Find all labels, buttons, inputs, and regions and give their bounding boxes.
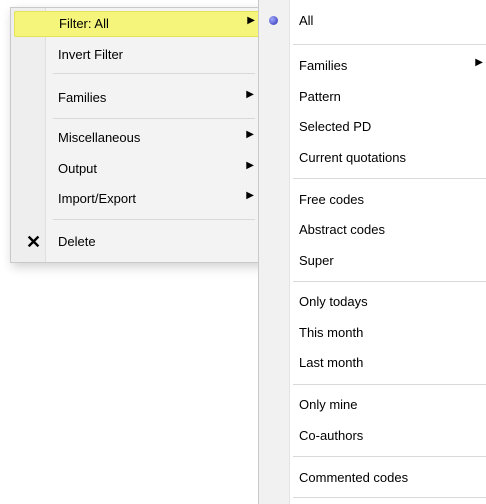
submenu-item-co-authors[interactable]: Co-authors [259,423,486,449]
menu-item-filter[interactable]: Filter: All ▶ [14,11,261,37]
submenu-item-this-month[interactable]: This month [259,320,486,346]
submenu-item-only-todays[interactable]: Only todays [259,289,486,315]
submenu-arrow-icon: ▶ [246,160,254,171]
submenu-arrow-icon: ▶ [247,15,255,26]
submenu-item-selected-pd[interactable]: Selected PD [259,114,486,140]
menu-item-label: Last month [299,355,364,370]
menu-item-label: Current quotations [299,150,406,165]
menu-item-label: Families [299,58,348,73]
menu-item-label: All [299,13,314,28]
submenu-item-only-mine[interactable]: Only mine [259,392,486,418]
submenu-item-commented-codes[interactable]: Commented codes [259,465,486,491]
submenu-arrow-icon: ▶ [246,190,254,201]
menu-separator [53,118,255,119]
menu-item-label: Selected PD [299,119,372,134]
menu-item-label: Invert Filter [58,47,124,62]
menu-item-label: Output [58,161,98,176]
submenu-arrow-icon: ▶ [475,57,483,68]
submenu-item-free-codes[interactable]: Free codes [259,187,486,213]
menu-separator [293,44,486,45]
menu-item-output[interactable]: Output ▶ [14,157,259,181]
menu-item-label: Only mine [299,397,358,412]
menu-item-families[interactable]: Families ▶ [14,86,259,110]
submenu-item-last-month[interactable]: Last month [259,350,486,376]
submenu-item-all[interactable]: All [259,8,486,34]
menu-separator [293,178,486,179]
menu-item-label: Abstract codes [299,222,385,237]
menu-item-import-export[interactable]: Import/Export ▶ [14,187,259,211]
menu-item-label: Free codes [299,192,365,207]
delete-x-icon: ✕ [26,232,42,252]
radio-selected-icon [269,16,278,25]
menu-item-label: Delete [58,234,96,249]
menu-item-invert-filter[interactable]: Invert Filter [14,43,259,67]
filter-submenu: All Families ▶ Pattern Selected PD Curre… [258,0,486,504]
menu-separator [293,497,486,498]
menu-separator [53,219,255,220]
menu-item-label: This month [299,325,364,340]
menu-item-label: Filter: All [59,16,109,31]
menu-item-label: Pattern [299,89,341,104]
menu-item-label: Families [58,90,107,105]
submenu-arrow-icon: ▶ [246,89,254,100]
submenu-item-current-quotations[interactable]: Current quotations [259,145,486,171]
menu-item-delete[interactable]: ✕ Delete [14,230,259,254]
menu-separator [293,456,486,457]
menu-item-label: Only todays [299,294,368,309]
submenu-item-families[interactable]: Families ▶ [259,53,486,79]
menu-item-label: Co-authors [299,428,364,443]
menu-item-label: Super [299,253,334,268]
submenu-item-super[interactable]: Super [259,248,486,274]
menu-item-label: Import/Export [58,191,137,206]
menu-separator [293,384,486,385]
menu-item-label: Commented codes [299,470,409,485]
menu-item-miscellaneous[interactable]: Miscellaneous ▶ [14,126,259,150]
submenu-item-pattern[interactable]: Pattern [259,84,486,110]
menu-separator [293,281,486,282]
context-menu: Filter: All ▶ Invert Filter Families ▶ M… [10,7,264,263]
menu-item-label: Miscellaneous [58,130,141,145]
menu-separator [53,73,255,74]
submenu-item-abstract-codes[interactable]: Abstract codes [259,217,486,243]
submenu-arrow-icon: ▶ [246,129,254,140]
